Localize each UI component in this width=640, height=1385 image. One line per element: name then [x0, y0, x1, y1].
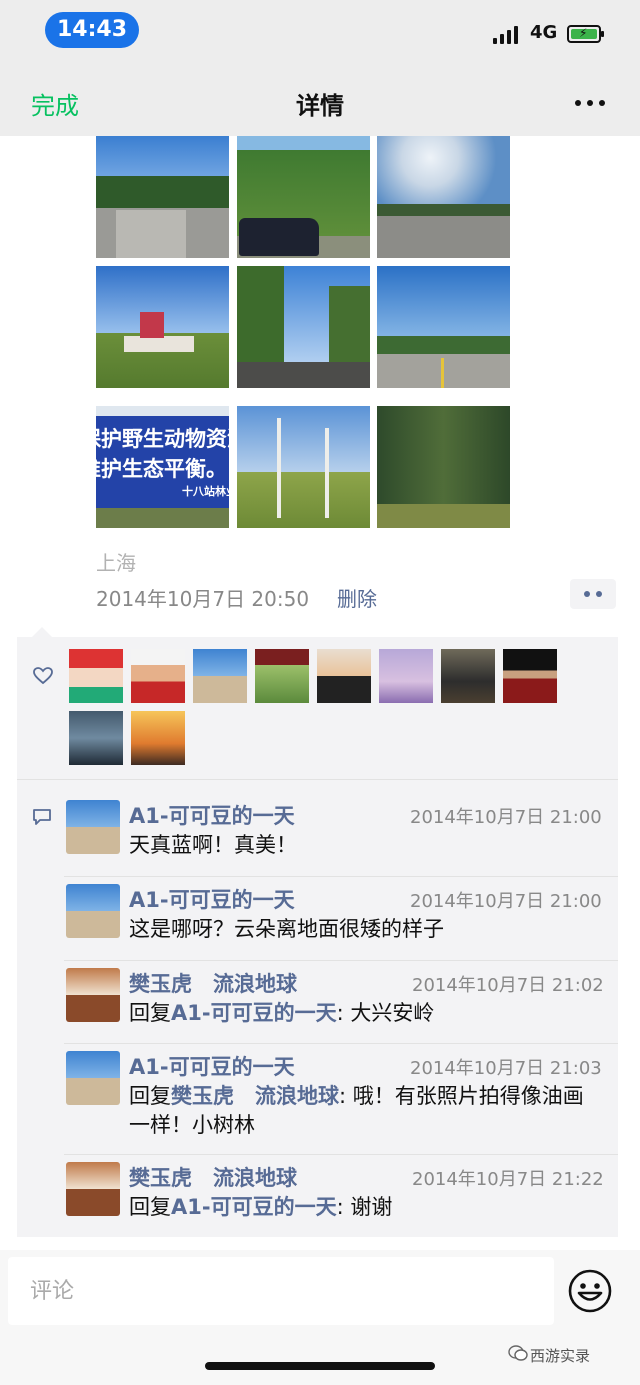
emoji-icon[interactable]	[567, 1268, 613, 1314]
sign-text-line2: 维护生态平衡。	[96, 457, 227, 481]
sign-text-line1: 保护野生动物资源	[96, 427, 229, 451]
reply-prefix: 回复	[129, 1084, 171, 1108]
like-avatar-8[interactable]	[503, 649, 557, 703]
photo-tree-lined-road[interactable]	[237, 266, 370, 388]
photo-birch-trees[interactable]	[237, 406, 370, 528]
post-location[interactable]: 上海	[96, 547, 136, 576]
photo-cloudy-road[interactable]	[377, 136, 510, 258]
more-options-icon[interactable]	[573, 88, 607, 118]
comment-avatar[interactable]	[66, 884, 120, 938]
comment-author[interactable]: A1-可可豆的一天	[129, 884, 295, 914]
comment-text[interactable]: 天真蓝啊！真美！	[129, 831, 609, 860]
comment-separator	[64, 1154, 618, 1155]
nav-bar: 完成 详情	[0, 70, 640, 136]
status-time: 14:43	[45, 12, 139, 48]
photo-highway[interactable]	[96, 136, 229, 258]
like-avatar-10[interactable]	[131, 711, 185, 765]
photo-pine-forest[interactable]	[377, 406, 510, 528]
post-timestamp: 2014年10月7日 20:50	[96, 587, 310, 611]
reply-to-name[interactable]: 樊玉虎 流浪地球	[171, 1084, 339, 1108]
panel-arrow	[32, 627, 52, 637]
comment-avatar[interactable]	[66, 1051, 120, 1105]
like-comment-menu-button[interactable]	[570, 579, 616, 609]
photo-car-forest[interactable]	[237, 136, 370, 258]
reply-text: : 谢谢	[336, 1195, 393, 1219]
wechat-icon	[508, 1345, 528, 1361]
like-avatar-4[interactable]	[255, 649, 309, 703]
like-avatar-7[interactable]	[441, 649, 495, 703]
panel-divider	[17, 779, 618, 780]
comment-time: 2014年10月7日 21:00	[410, 891, 602, 912]
comment-time: 2014年10月7日 21:22	[412, 1169, 604, 1190]
comment-icon	[33, 809, 51, 825]
page-title: 详情	[296, 92, 344, 120]
comment-avatar[interactable]	[66, 800, 120, 854]
photo-grid: 保护野生动物资源 维护生态平衡。 十八站林业	[96, 136, 510, 539]
comment-text[interactable]: 回复樊玉虎 流浪地球: 哦！有张照片拍得像油画一样！小树林	[129, 1082, 599, 1140]
status-bar: 14:43 4G ⚡	[0, 0, 640, 70]
comment-author[interactable]: 樊玉虎 流浪地球	[129, 968, 297, 998]
comment-separator	[64, 876, 618, 877]
comment-author[interactable]: 樊玉虎 流浪地球	[129, 1162, 297, 1192]
comment-author[interactable]: A1-可可豆的一天	[129, 1051, 295, 1081]
watermark-text: 西游实录	[530, 1347, 591, 1365]
like-avatar-2[interactable]	[131, 649, 185, 703]
comment-separator	[64, 960, 618, 961]
like-avatar-1[interactable]	[69, 649, 123, 703]
home-indicator[interactable]	[205, 1362, 435, 1370]
network-type: 4G	[530, 22, 558, 43]
photo-wildlife-sign[interactable]: 保护野生动物资源 维护生态平衡。 十八站林业	[96, 406, 229, 528]
like-avatar-3[interactable]	[193, 649, 247, 703]
reply-prefix: 回复	[129, 1195, 171, 1219]
comment-time: 2014年10月7日 21:03	[410, 1058, 602, 1079]
reply-to-name[interactable]: A1-可可豆的一天	[171, 1001, 337, 1025]
comment-separator	[64, 1043, 618, 1044]
comment-time: 2014年10月7日 21:00	[410, 807, 602, 828]
sign-text-small: 十八站林业	[182, 485, 229, 498]
like-avatar-6[interactable]	[379, 649, 433, 703]
comment-time: 2014年10月7日 21:02	[412, 975, 604, 996]
photo-open-road[interactable]	[377, 266, 510, 388]
comment-text[interactable]: 回复A1-可可豆的一天: 大兴安岭	[129, 999, 609, 1028]
comment-avatar[interactable]	[66, 1162, 120, 1216]
reply-to-name[interactable]: A1-可可豆的一天	[171, 1195, 337, 1219]
signal-icon	[493, 24, 521, 44]
comment-text[interactable]: 这是哪呀？云朵离地面很矮的样子	[129, 915, 609, 944]
reply-text: : 大兴安岭	[336, 1001, 435, 1025]
comment-text[interactable]: 回复A1-可可豆的一天: 谢谢	[129, 1193, 609, 1222]
comment-author[interactable]: A1-可可豆的一天	[129, 800, 295, 830]
like-avatar-5[interactable]	[317, 649, 371, 703]
comment-avatar[interactable]	[66, 968, 120, 1022]
battery-icon: ⚡	[567, 25, 604, 43]
photo-monument[interactable]	[96, 266, 229, 388]
comment-input[interactable]	[8, 1257, 554, 1325]
reply-prefix: 回复	[129, 1001, 171, 1025]
watermark: 西游实录	[508, 1345, 591, 1366]
heart-icon	[33, 667, 53, 685]
delete-button[interactable]: 删除	[337, 583, 377, 612]
like-avatar-9[interactable]	[69, 711, 123, 765]
